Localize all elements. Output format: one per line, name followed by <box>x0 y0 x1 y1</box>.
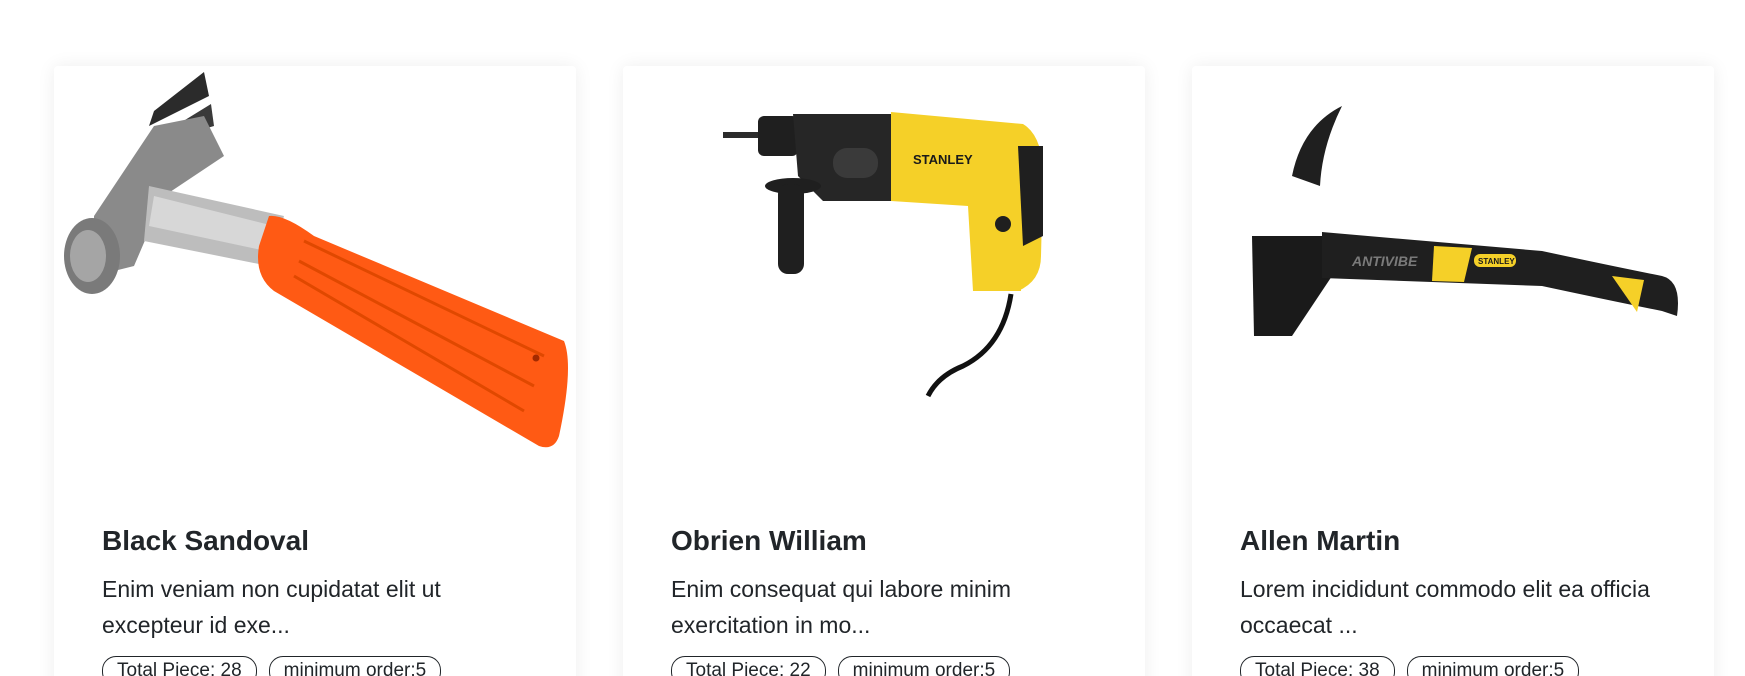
minimum-order-badge: minimum order:5 <box>837 656 1011 676</box>
product-badges: Total Piece: 38 minimum order:5 <box>1240 656 1580 676</box>
product-description: Lorem incididunt commodo elit ea officia… <box>1240 576 1650 638</box>
product-card[interactable]: STANLEY Obrien William Enim consequat qu… <box>623 66 1145 676</box>
total-piece-badge: Total Piece: 38 <box>1240 656 1395 676</box>
product-image[interactable] <box>54 66 576 496</box>
product-description: Enim veniam non cupidatat elit ut except… <box>102 576 441 638</box>
product-image[interactable]: ANTIVIBE STANLEY <box>1192 66 1714 496</box>
hammer-brand-text: ANTIVIBE <box>1351 253 1418 269</box>
hammer-brand-label: STANLEY <box>1478 257 1515 266</box>
product-image[interactable]: STANLEY <box>623 66 1145 496</box>
product-card[interactable]: Black Sandoval Enim veniam non cupidatat… <box>54 66 576 676</box>
product-card[interactable]: ANTIVIBE STANLEY Allen Martin Lorem inci… <box>1192 66 1714 676</box>
product-grid-page: Black Sandoval Enim veniam non cupidatat… <box>0 0 1745 676</box>
claw-hammer-orange-icon <box>64 72 568 448</box>
product-description: Enim consequat qui labore minim exercita… <box>671 576 1012 638</box>
product-badges: Total Piece: 28 minimum order:5 <box>102 656 442 676</box>
antivibe-hammer-icon: ANTIVIBE STANLEY <box>1252 106 1678 336</box>
product-title[interactable]: Black Sandoval <box>102 525 309 557</box>
product-badges: Total Piece: 22 minimum order:5 <box>671 656 1011 676</box>
total-piece-badge: Total Piece: 22 <box>671 656 826 676</box>
rotary-hammer-drill-icon: STANLEY <box>723 112 1043 398</box>
product-cards-row: Black Sandoval Enim veniam non cupidatat… <box>54 66 1714 676</box>
product-title[interactable]: Allen Martin <box>1240 525 1400 557</box>
product-title[interactable]: Obrien William <box>671 525 867 557</box>
total-piece-badge: Total Piece: 28 <box>102 656 257 676</box>
drill-brand-text: STANLEY <box>913 152 973 167</box>
minimum-order-badge: minimum order:5 <box>1406 656 1580 676</box>
minimum-order-badge: minimum order:5 <box>268 656 442 676</box>
